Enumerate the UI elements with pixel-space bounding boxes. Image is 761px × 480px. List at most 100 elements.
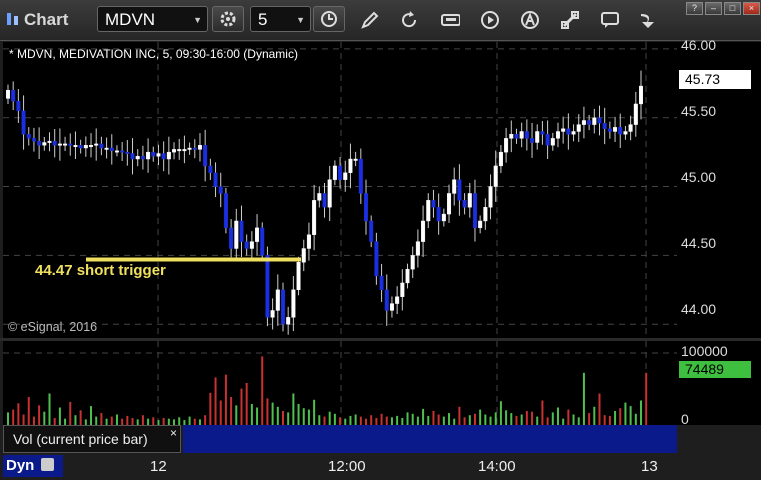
volume-bar <box>100 413 103 425</box>
candle-body <box>509 134 514 139</box>
volume-bar <box>536 416 539 425</box>
interval-dropdown-arrow-icon[interactable]: ▼ <box>296 7 305 33</box>
price-tick: 44.50 <box>681 235 717 251</box>
candle-body <box>389 303 394 311</box>
mode-settings-icon[interactable] <box>40 458 54 471</box>
volume-bar <box>458 406 461 425</box>
volume-bar <box>318 415 321 425</box>
interval-settings-button[interactable] <box>313 6 345 32</box>
volume-bar <box>473 413 476 425</box>
candle-body <box>452 179 457 194</box>
play-icon[interactable] <box>480 10 500 30</box>
remove-study-close-icon[interactable]: × <box>170 420 177 446</box>
candle-body <box>472 193 477 229</box>
volume-bar <box>427 415 430 425</box>
volume-bar <box>629 406 632 425</box>
volume-bar <box>375 418 378 425</box>
candle-body <box>99 143 104 149</box>
volume-bar <box>359 416 362 425</box>
volume-bar <box>437 414 440 425</box>
candle-body <box>576 124 581 132</box>
symbol-settings-button[interactable] <box>212 6 244 32</box>
volume-bar <box>505 410 508 425</box>
symbol-input[interactable]: MDVN ▼ <box>97 6 208 32</box>
volume-bar <box>178 417 181 425</box>
link-icon[interactable] <box>560 10 580 30</box>
time-axis[interactable]: Dyn 12 12:00 14:00 13 <box>0 453 761 480</box>
volume-bar <box>235 405 238 425</box>
close-window-button[interactable]: × <box>743 2 760 15</box>
candle-body <box>265 255 270 318</box>
volume-bar <box>266 398 269 425</box>
chat-icon[interactable] <box>600 10 620 30</box>
price-chart[interactable] <box>3 42 677 338</box>
candle-body <box>540 131 545 135</box>
volume-bar <box>593 406 596 425</box>
candle-body <box>498 151 503 167</box>
dynamic-mode-badge[interactable]: Dyn <box>3 455 63 477</box>
volume-bar <box>489 416 492 425</box>
volume-study-label[interactable]: Vol (current price bar) × <box>3 425 181 453</box>
volume-bar <box>17 403 20 425</box>
volume-bar <box>302 408 305 425</box>
clock-icon <box>321 11 337 27</box>
volume-bar <box>432 411 435 425</box>
candle-body <box>493 165 498 187</box>
volume-bar <box>141 415 144 425</box>
candle-body <box>161 153 166 160</box>
study-bar-axis <box>677 425 761 453</box>
draw-pencil-icon[interactable] <box>360 10 380 30</box>
price-axis[interactable]: 46.00 45.50 45.00 44.50 44.00 45.73 <box>677 37 761 338</box>
volume-bar <box>22 414 25 425</box>
volume-bar <box>188 416 191 425</box>
keyboard-icon[interactable] <box>440 10 460 30</box>
volume-bar <box>333 413 336 425</box>
candle-body <box>332 165 337 180</box>
volume-bar <box>152 417 155 425</box>
candle-body <box>530 138 535 143</box>
volume-bar <box>385 416 388 425</box>
candle-body <box>628 124 633 132</box>
volume-bar <box>287 412 290 425</box>
help-window-button[interactable]: ? <box>686 2 703 15</box>
volume-bar <box>354 414 357 425</box>
minimize-window-button[interactable]: – <box>705 2 722 15</box>
candle-body <box>421 220 426 242</box>
volume-bar <box>442 416 445 425</box>
volume-pane[interactable] <box>3 341 677 425</box>
volume-bar <box>240 388 243 425</box>
candle-body <box>607 128 612 132</box>
candle-body <box>639 85 644 105</box>
candle-body <box>203 145 208 167</box>
candle-body <box>63 143 68 146</box>
volume-bar <box>79 410 82 425</box>
candle-body <box>260 227 265 256</box>
volume-study-label-text: Vol (current price bar) <box>13 431 148 447</box>
alert-icon[interactable] <box>520 10 540 30</box>
volume-bar <box>588 413 591 425</box>
share-icon[interactable] <box>638 10 658 30</box>
candle-body <box>275 289 280 311</box>
candle-body <box>140 156 145 160</box>
volume-bar <box>276 406 279 425</box>
time-tick: 14:00 <box>478 458 516 475</box>
candle-body <box>73 145 78 147</box>
volume-chart[interactable] <box>3 341 677 425</box>
symbol-dropdown-arrow-icon[interactable]: ▼ <box>193 7 202 33</box>
volume-bar <box>411 413 414 425</box>
volume-axis[interactable]: 100000 74489 0 <box>677 341 761 427</box>
volume-bar <box>468 415 471 425</box>
candle-body <box>229 227 234 249</box>
volume-bar <box>598 393 601 425</box>
candle-body <box>306 234 311 249</box>
candle-body <box>364 193 369 222</box>
volume-bar <box>541 400 544 425</box>
candle-body <box>436 207 441 222</box>
maximize-window-button[interactable]: □ <box>724 2 741 15</box>
price-pane[interactable]: * MDVN, MEDIVATION INC, 5, 09:30-16:00 (… <box>3 42 677 338</box>
interval-input[interactable]: 5 ▼ <box>250 6 311 32</box>
volume-bar <box>328 411 331 425</box>
volume-bar <box>204 415 207 425</box>
volume-bar <box>582 372 585 425</box>
refresh-chart-icon[interactable] <box>399 10 419 30</box>
